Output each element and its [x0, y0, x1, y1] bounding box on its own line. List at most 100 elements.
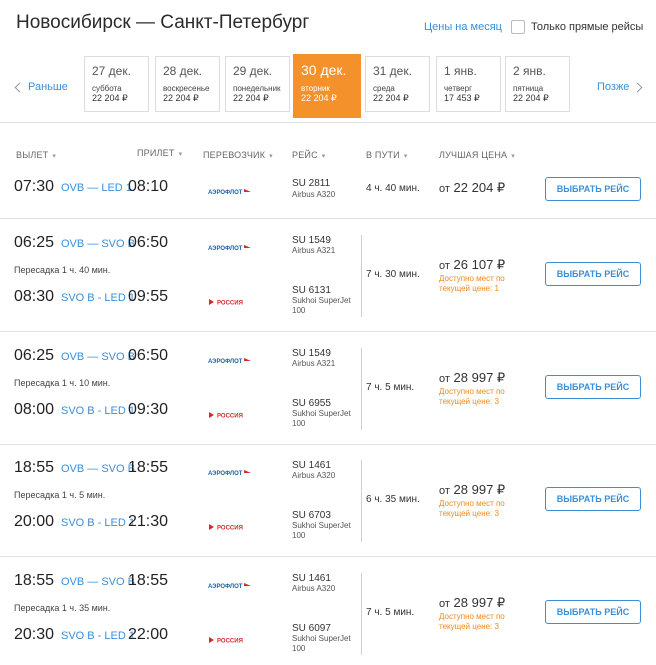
rossiya-logo: РОССИЯ: [208, 407, 248, 425]
rossiya-logo-text: РОССИЯ: [217, 301, 243, 307]
departure-time: 06:25: [14, 347, 55, 364]
flight-number: SU 6131: [292, 285, 331, 296]
date-card-price: 17 453 ₽: [444, 93, 480, 103]
earlier-button[interactable]: Раньше: [14, 81, 68, 93]
rossiya-logo: РОССИЯ: [208, 294, 248, 312]
arrival-time: 18:55: [128, 459, 169, 476]
arrival-time: 18:55: [128, 572, 169, 589]
sort-caret-icon: ▾: [52, 153, 57, 160]
transfer-info: Пересадка 1 ч. 10 мин.: [14, 378, 111, 388]
row-divider: [0, 444, 656, 445]
price-prefix: от: [439, 260, 450, 272]
price: от 28 997 ₽: [439, 482, 505, 498]
aircraft-type: Sukhoi SuperJet 100: [292, 521, 351, 540]
date-card-price: 22 204 ₽: [233, 93, 269, 103]
aircraft-type: Airbus A321: [292, 246, 336, 255]
connection-line: [361, 573, 362, 655]
column-duration-label: В ПУТИ: [366, 150, 400, 160]
aircraft-type: Sukhoi SuperJet 100: [292, 409, 351, 428]
chevron-right-icon: [632, 82, 643, 93]
column-carrier[interactable]: ПЕРЕВОЗЧИК ▾: [203, 150, 273, 160]
flight-number: SU 1549: [292, 235, 331, 246]
route-codes: OVB — SVO B: [61, 576, 135, 588]
date-card-price: 22 204 ₽: [513, 93, 549, 103]
select-flight-button[interactable]: ВЫБРАТЬ РЕЙС: [545, 177, 641, 201]
departure-time: 20:00: [14, 513, 55, 530]
departure-time: 07:30: [14, 178, 55, 195]
aircraft-type: Airbus A320: [292, 471, 336, 480]
select-flight-button[interactable]: ВЫБРАТЬ РЕЙС: [545, 375, 641, 399]
date-card[interactable]: 28 дек. воскресенье 22 204 ₽: [155, 56, 220, 112]
departure-time: 08:30: [14, 288, 55, 305]
column-duration[interactable]: В ПУТИ ▾: [366, 150, 408, 160]
month-prices-link[interactable]: Цены на месяц: [424, 21, 502, 33]
price: от 22 204 ₽: [439, 180, 505, 196]
date-card-date: 2 янв.: [513, 64, 546, 78]
price-prefix: от: [439, 485, 450, 497]
price: от 28 997 ₽: [439, 370, 505, 386]
column-best-price[interactable]: ЛУЧШАЯ ЦЕНА ▾: [439, 150, 515, 160]
column-arrival[interactable]: ПРИЛЕТ ▾: [137, 148, 182, 158]
aeroflot-logo-text: АЭРОФЛОТ: [208, 584, 243, 590]
arrival-time: 09:55: [128, 288, 169, 305]
connection-line: [361, 235, 362, 317]
date-card-date: 1 янв.: [444, 64, 477, 78]
date-card-price: 22 204 ₽: [92, 93, 128, 103]
departure-time: 20:30: [14, 626, 55, 643]
sort-caret-icon: ▾: [321, 153, 326, 160]
duration: 7 ч. 5 мин.: [366, 382, 415, 393]
date-card[interactable]: 1 янв. четверг 17 453 ₽: [436, 56, 501, 112]
sort-caret-icon: ▾: [511, 153, 515, 160]
departure-time: 08:00: [14, 401, 55, 418]
select-flight-button[interactable]: ВЫБРАТЬ РЕЙС: [545, 487, 641, 511]
arrival-time: 21:30: [128, 513, 169, 530]
direct-only-checkbox[interactable]: [511, 20, 525, 34]
select-flight-button[interactable]: ВЫБРАТЬ РЕЙС: [545, 600, 641, 624]
divider: [0, 122, 656, 123]
later-button[interactable]: Позже: [597, 81, 643, 93]
chevron-left-icon: [14, 82, 25, 93]
arrival-time: 06:50: [128, 347, 169, 364]
route-codes: OVB — SVO B: [61, 238, 135, 250]
aeroflot-logo: АЭРОФЛОТ: [208, 353, 252, 371]
later-label: Позже: [597, 81, 630, 93]
route-codes: OVB — SVO B: [61, 351, 135, 363]
date-card[interactable]: 31 дек. среда 22 204 ₽: [365, 56, 430, 112]
departure-time: 06:25: [14, 234, 55, 251]
price: от 26 107 ₽: [439, 257, 505, 273]
row-divider: [0, 556, 656, 557]
column-flight[interactable]: РЕЙС ▾: [292, 150, 326, 160]
aeroflot-logo: АЭРОФЛОТ: [208, 240, 252, 258]
aeroflot-logo: АЭРОФЛОТ: [208, 184, 252, 202]
route-codes: OVB — SVO B: [61, 463, 135, 475]
column-departure[interactable]: ВЫЛЕТ ▾: [16, 150, 56, 160]
rossiya-logo-text: РОССИЯ: [217, 414, 243, 420]
date-card-price: 22 204 ₽: [373, 93, 409, 103]
date-card[interactable]: 27 дек. суббота 22 204 ₽: [84, 56, 149, 112]
select-flight-button[interactable]: ВЫБРАТЬ РЕЙС: [545, 262, 641, 286]
aircraft-type: Sukhoi SuperJet 100: [292, 296, 351, 315]
row-divider: [0, 218, 656, 219]
sort-caret-icon: ▾: [178, 151, 183, 158]
transfer-info: Пересадка 1 ч. 35 мин.: [14, 603, 111, 613]
rossiya-logo: РОССИЯ: [208, 519, 248, 537]
seats-available: Доступно мест по текущей цене: 3: [439, 612, 505, 631]
seats-available: Доступно мест по текущей цене: 1: [439, 274, 505, 293]
aircraft-type: Airbus A320: [292, 190, 336, 199]
direct-only-label[interactable]: Только прямые рейсы: [531, 21, 643, 33]
date-card[interactable]: 2 янв. пятница 22 204 ₽: [505, 56, 570, 112]
date-card-weekday: суббота: [92, 84, 122, 93]
sort-caret-icon: ▾: [403, 153, 408, 160]
date-card[interactable]: 29 дек. понедельник 22 204 ₽: [225, 56, 290, 112]
aeroflot-logo: АЭРОФЛОТ: [208, 465, 252, 483]
price-value: 28 997 ₽: [453, 370, 506, 385]
date-card-weekday: среда: [373, 84, 395, 93]
date-card[interactable]: 30 дек. вторник 22 204 ₽: [293, 54, 361, 118]
rossiya-logo-text: РОССИЯ: [217, 526, 243, 532]
flight-number: SU 1461: [292, 573, 331, 584]
price-value: 28 997 ₽: [453, 482, 506, 497]
flight-number: SU 6955: [292, 398, 331, 409]
date-card-price: 22 204 ₽: [163, 93, 199, 103]
page-title: Новосибирск — Санкт-Петербург: [16, 12, 310, 33]
price-prefix: от: [439, 373, 450, 385]
